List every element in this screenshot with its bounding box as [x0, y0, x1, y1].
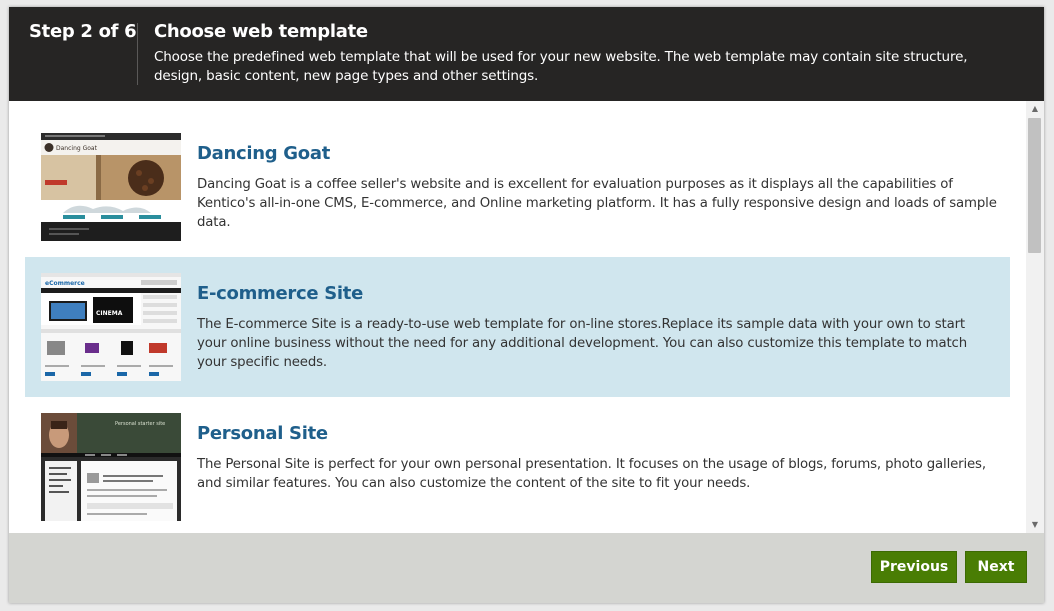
template-name[interactable]: E-commerce Site	[197, 283, 363, 304]
step-indicator: Step 2 of 6	[29, 21, 137, 42]
template-item-personal-site[interactable]: Personal starter site Personal Site The …	[25, 397, 1010, 533]
template-name[interactable]: Personal Site	[197, 423, 328, 444]
template-description: The E-commerce Site is a ready-to-use we…	[197, 317, 967, 370]
header-divider	[137, 23, 138, 85]
template-item-dancing-goat[interactable]: Dancing Goat Dancing Goat Dancing Goat i…	[25, 117, 1010, 257]
wizard-footer: Previous Next	[9, 533, 1044, 603]
previous-button[interactable]: Previous	[871, 551, 957, 583]
dancing-goat-thumb-label: Dancing Goat	[56, 145, 98, 152]
dancing-goat-thumbnail: Dancing Goat	[41, 133, 181, 241]
template-name[interactable]: Dancing Goat	[197, 143, 330, 164]
wizard-dialog: Step 2 of 6 Choose web template Choose t…	[9, 7, 1044, 603]
template-description: The Personal Site is perfect for your ow…	[197, 457, 986, 491]
personal-thumb-label: Personal starter site	[115, 421, 165, 427]
template-description: Dancing Goat is a coffee seller's websit…	[197, 177, 997, 230]
next-button[interactable]: Next	[965, 551, 1027, 583]
page-subtitle: Choose the predefined web template that …	[154, 49, 968, 84]
page-title: Choose web template	[154, 21, 368, 42]
template-item-ecommerce-site[interactable]: eCommerce CINEMA E-commerce Site The E-c…	[25, 257, 1010, 397]
ecommerce-thumb-banner: CINEMA	[96, 310, 123, 317]
scroll-down-icon[interactable]: ▼	[1026, 517, 1044, 533]
scroll-up-icon[interactable]: ▲	[1026, 101, 1044, 117]
ecommerce-thumb-label: eCommerce	[45, 280, 85, 287]
ecommerce-site-thumbnail: eCommerce CINEMA	[41, 273, 181, 381]
template-list: Dancing Goat Dancing Goat Dancing Goat i…	[9, 101, 1044, 533]
template-list-scrollbar[interactable]: ▲ ▼	[1026, 101, 1044, 533]
personal-site-thumbnail: Personal starter site	[41, 413, 181, 521]
wizard-header: Step 2 of 6 Choose web template Choose t…	[9, 7, 1044, 101]
scrollbar-thumb[interactable]	[1028, 118, 1041, 253]
